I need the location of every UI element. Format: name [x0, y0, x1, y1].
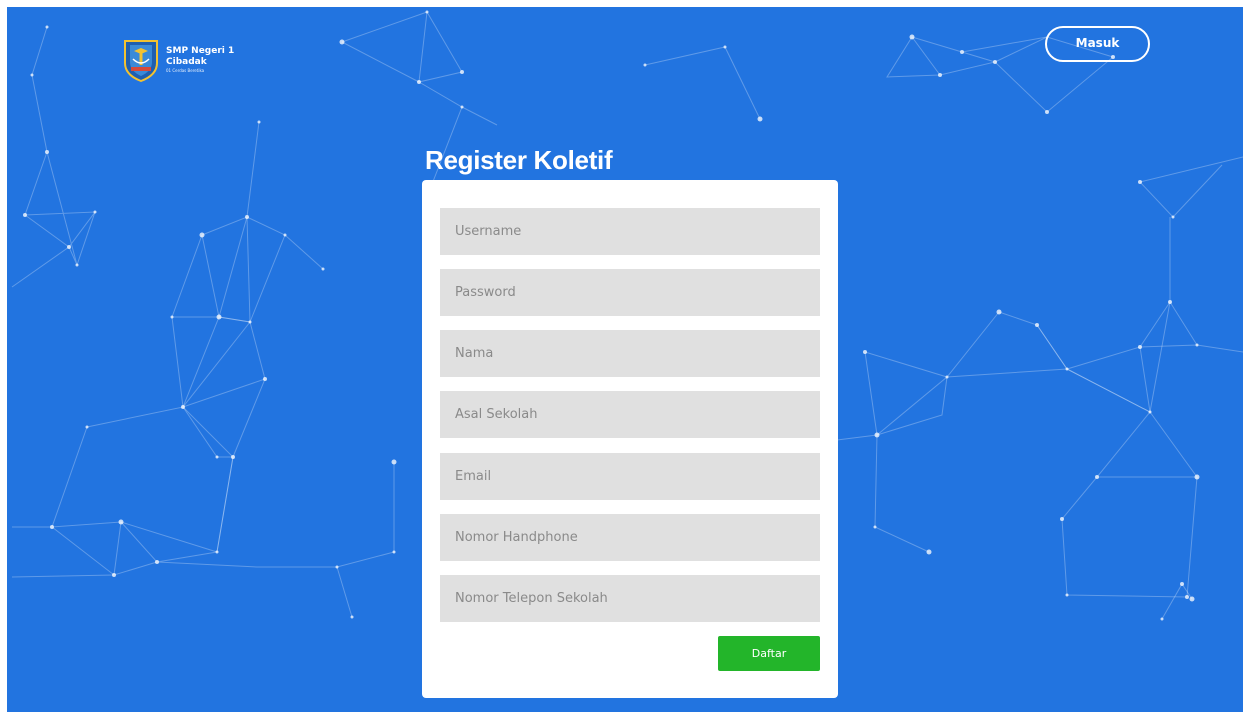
- password-input[interactable]: [440, 269, 820, 316]
- nama-input[interactable]: [440, 330, 820, 377]
- nomor-handphone-input[interactable]: [440, 514, 820, 561]
- nomor-telepon-sekolah-input[interactable]: [440, 575, 820, 622]
- school-brand[interactable]: SMP Negeri 1 Cibadak 01 Cerdas Beretika: [122, 37, 234, 83]
- login-button[interactable]: Masuk: [1045, 26, 1150, 62]
- brand-name-line1: SMP Negeri 1: [166, 46, 235, 56]
- daftar-button[interactable]: Daftar: [718, 636, 820, 671]
- asal-sekolah-input[interactable]: [440, 391, 820, 438]
- brand-text: SMP Negeri 1 Cibadak 01 Cerdas Beretika: [166, 47, 234, 73]
- register-page: SMP Negeri 1 Cibadak 01 Cerdas Beretika …: [7, 7, 1243, 712]
- school-logo-icon: [124, 40, 158, 83]
- username-input[interactable]: [440, 208, 820, 255]
- register-form: Daftar: [422, 180, 838, 698]
- brand-name-line2: Cibadak: [166, 57, 207, 67]
- email-input[interactable]: [440, 453, 820, 500]
- brand-slogan: 01 Cerdas Beretika: [166, 68, 205, 73]
- page-title: Register Koletif: [425, 145, 613, 175]
